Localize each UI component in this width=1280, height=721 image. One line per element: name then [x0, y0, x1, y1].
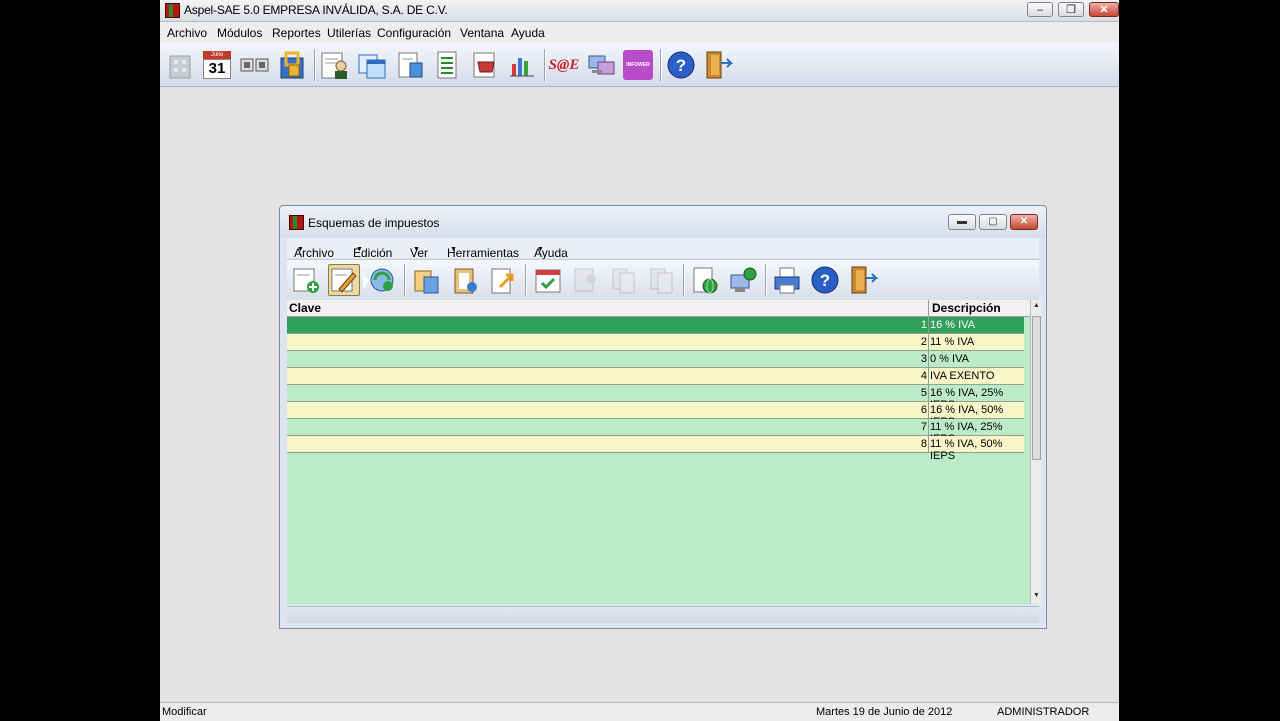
menu-archivo[interactable]: Archivo [167, 26, 207, 40]
menu-ventana[interactable]: Ventana [460, 26, 504, 40]
security-lock-icon[interactable] [277, 49, 309, 81]
child-exit-door-icon[interactable] [847, 264, 879, 296]
grid-vertical-scrollbar[interactable]: ▲ ▼ [1030, 300, 1041, 604]
cell-descripcion: IVA EXENTO [930, 370, 995, 382]
svg-text:?: ? [820, 271, 830, 290]
disabled-paste-icon [646, 264, 678, 296]
cell-descripcion: 11 % IVA [930, 336, 975, 348]
child-help-icon[interactable]: ? [809, 264, 841, 296]
menu-bar: Archivo Módulos Reportes Utilerías Confi… [160, 22, 1119, 43]
company-icon[interactable] [164, 49, 196, 81]
maximize-button[interactable]: ❐ [1058, 2, 1084, 17]
calendar-icon[interactable]: Julio 31 [201, 49, 233, 81]
child-window-title: Esquemas de impuestos [308, 216, 440, 230]
exit-door-icon[interactable] [702, 49, 734, 81]
calculator-icon[interactable] [239, 49, 271, 81]
table-row[interactable]: 8 11 % IVA, 50% IEPS [287, 436, 1024, 462]
window-title: Aspel-SAE 5.0 EMPRESA INVÁLIDA, S.A. DE … [184, 3, 448, 17]
export-icon[interactable] [487, 264, 519, 296]
table-row[interactable]: 5 16 % IVA, 25% IEPS [287, 385, 1024, 411]
status-date: Martes 19 de Junio de 2012 [816, 706, 953, 718]
cell-clave: 3 [920, 353, 927, 365]
child-toolbar: ? [287, 259, 1039, 301]
menu-reportes[interactable]: Reportes [272, 26, 321, 40]
scroll-up-arrow-icon[interactable]: ▲ [1032, 302, 1041, 309]
close-button[interactable]: ✕ [1089, 2, 1119, 17]
tax-schemes-grid[interactable]: Clave Descripción 1 16 % IVA 2 11 % IVA … [287, 300, 1041, 604]
disabled-person-icon [570, 264, 602, 296]
table-row[interactable]: 2 11 % IVA [287, 334, 1024, 351]
clipboard-icon[interactable] [449, 264, 481, 296]
sae-label: S@E [548, 56, 580, 73]
app-logo-icon [165, 3, 180, 18]
cell-clave: 1 [920, 319, 927, 331]
scroll-thumb[interactable] [1032, 316, 1041, 460]
help-icon[interactable]: ? [665, 49, 697, 81]
disabled-copy-icon [608, 264, 640, 296]
reports-chart-icon[interactable] [506, 49, 538, 81]
windows-icon[interactable] [356, 49, 388, 81]
cell-clave: 2 [920, 336, 927, 348]
edit-record-icon[interactable] [328, 264, 360, 296]
shopping-cart-icon[interactable] [469, 49, 501, 81]
child-menu-herramientas-label: Herramientas [447, 246, 520, 260]
checklist-icon[interactable] [532, 264, 564, 296]
title-bar: Aspel-SAE 5.0 EMPRESA INVÁLIDA, S.A. DE … [160, 0, 1119, 22]
documents-icon[interactable] [394, 49, 426, 81]
network-computer-icon[interactable] [585, 49, 617, 81]
child-title-bar: Esquemas de impuestos ▬ ▢ ✕ [280, 206, 1046, 238]
sae-icon[interactable]: S@E [548, 49, 580, 81]
tax-schemes-window: Esquemas de impuestos ▬ ▢ ✕ Archivo ▼ Edi… [279, 205, 1047, 629]
cell-clave: 5 [920, 387, 927, 399]
inventory-list-icon[interactable] [432, 49, 464, 81]
table-row[interactable]: 7 11 % IVA, 25% IEPS [287, 419, 1024, 445]
menu-utilerias[interactable]: Utilerías [327, 26, 371, 40]
table-row[interactable]: 3 0 % IVA [287, 351, 1024, 368]
child-menu-bar: Archivo ▼ Edición ▼ Ver ▼ Herramientas ▼ Ayu… [287, 238, 1039, 260]
cell-descripcion: 16 % IVA [930, 319, 976, 331]
column-header-clave[interactable]: Clave [289, 301, 321, 315]
print-icon[interactable] [771, 264, 803, 296]
svg-text:?: ? [676, 56, 686, 75]
minimize-button[interactable]: ‒ [1027, 2, 1053, 17]
child-minimize-button[interactable]: ▬ [948, 214, 976, 230]
cell-clave: 8 [920, 438, 927, 450]
cell-clave: 6 [920, 404, 927, 416]
clients-icon[interactable] [319, 49, 351, 81]
child-close-button[interactable]: ✕ [1010, 214, 1038, 230]
main-toolbar: Julio 31 S@E INFOWER ? [160, 43, 1119, 87]
calculate-icon[interactable] [411, 264, 443, 296]
refresh-icon[interactable] [366, 264, 398, 296]
child-app-icon [289, 215, 304, 230]
grid-header: Clave Descripción [287, 300, 1030, 317]
table-row[interactable]: 6 16 % IVA, 50% IEPS [287, 402, 1024, 428]
status-user: ADMINISTRADOR [997, 706, 1090, 718]
calendar-month: Julio [203, 51, 231, 59]
table-row[interactable]: 1 16 % IVA [287, 317, 1024, 334]
scroll-down-arrow-icon[interactable]: ▼ [1032, 592, 1041, 599]
calendar-day: 31 [203, 59, 231, 79]
column-header-descripcion[interactable]: Descripción [932, 301, 1001, 315]
infower-label: INFOWER [623, 50, 653, 80]
menu-modulos[interactable]: Módulos [217, 26, 262, 40]
infower-icon[interactable]: INFOWER [622, 49, 654, 81]
menu-ayuda[interactable]: Ayuda [511, 26, 545, 40]
cell-descripcion: 11 % IVA, 50% IEPS [930, 438, 1003, 462]
status-bar: Modificar Martes 19 de Junio de 2012 ADM… [160, 702, 1119, 721]
cell-clave: 7 [920, 421, 927, 433]
table-row[interactable]: 4 IVA EXENTO [287, 368, 1024, 385]
child-status-bar [287, 606, 1039, 623]
internet-connection-icon[interactable] [727, 264, 759, 296]
mouse-cursor-icon [363, 276, 369, 290]
web-document-icon[interactable] [689, 264, 721, 296]
cell-clave: 4 [920, 370, 927, 382]
add-record-icon[interactable] [290, 264, 322, 296]
menu-configuracion[interactable]: Configuración [377, 26, 451, 40]
status-action: Modificar [162, 706, 207, 718]
cell-descripcion: 0 % IVA [930, 353, 969, 365]
child-maximize-button[interactable]: ▢ [979, 214, 1007, 230]
